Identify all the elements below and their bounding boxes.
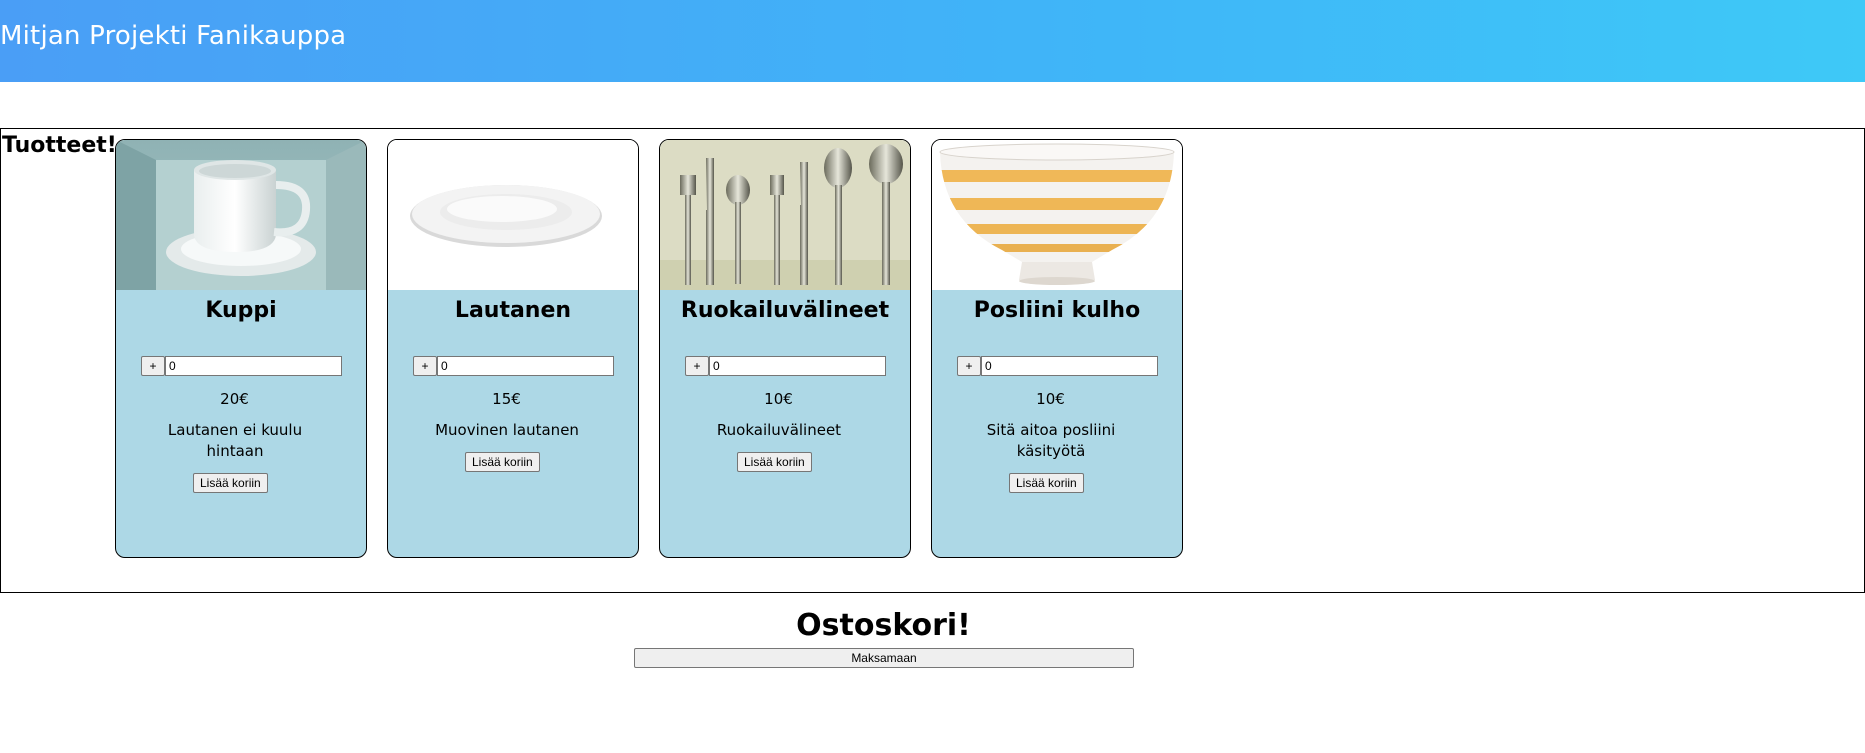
- product-price: 10€: [764, 390, 793, 408]
- increment-button[interactable]: +: [685, 356, 709, 376]
- product-name: Posliini kulho: [973, 298, 1141, 323]
- add-to-cart-button[interactable]: Lisää koriin: [193, 473, 268, 493]
- quantity-input[interactable]: [709, 356, 886, 376]
- increment-button[interactable]: +: [957, 356, 981, 376]
- product-price: 20€: [220, 390, 249, 408]
- product-image-plate: [388, 140, 638, 290]
- quantity-input[interactable]: [437, 356, 614, 376]
- product-description: Sitä aitoa posliini käsityötä: [986, 421, 1116, 460]
- product-description: Muovinen lautanen: [435, 421, 579, 439]
- product-description: Ruokailuvälineet: [716, 421, 842, 439]
- product-price: 15€: [492, 390, 521, 408]
- product-name: Lautanen: [454, 298, 572, 323]
- product-price: 10€: [1036, 390, 1065, 408]
- products-heading: Tuotteet!: [2, 133, 117, 158]
- checkout-button[interactable]: Maksamaan: [634, 648, 1134, 668]
- product-card-posliini-kulho: Posliini kulho + 10€ Sitä aitoa posliini…: [931, 139, 1183, 558]
- site-title: Mitjan Projekti Fanikauppa: [0, 21, 347, 51]
- product-card-lautanen: Lautanen + 15€ Muovinen lautanen Lisää k…: [387, 139, 639, 558]
- product-image-cup: [116, 140, 366, 290]
- product-card-kuppi: Kuppi + 20€ Lautanen ei kuulu hintaan Li…: [115, 139, 367, 558]
- increment-button[interactable]: +: [413, 356, 437, 376]
- product-description: Lautanen ei kuulu hintaan: [167, 421, 303, 460]
- increment-button[interactable]: +: [141, 356, 165, 376]
- quantity-input[interactable]: [165, 356, 342, 376]
- site-header: Mitjan Projekti Fanikauppa: [0, 0, 1865, 82]
- quantity-stepper: +: [141, 356, 342, 376]
- product-image-cutlery: [660, 140, 910, 290]
- product-name: Kuppi: [205, 298, 277, 323]
- add-to-cart-button[interactable]: Lisää koriin: [1009, 473, 1084, 493]
- products-section: Tuotteet! Kuppi + 0 20€ Lautanen ei kuul…: [0, 128, 1865, 593]
- cart-heading: Ostoskori!: [796, 608, 971, 643]
- product-image-bowl: [932, 140, 1182, 290]
- quantity-stepper: +: [685, 356, 886, 376]
- quantity-input[interactable]: [981, 356, 1158, 376]
- add-to-cart-button[interactable]: Lisää koriin: [737, 452, 812, 472]
- add-to-cart-button[interactable]: Lisää koriin: [465, 452, 540, 472]
- product-card-ruokailuvalineet: Ruokailuvälineet + 10€ Ruokailuvälineet …: [659, 139, 911, 558]
- quantity-stepper: +: [413, 356, 614, 376]
- product-name: Ruokailuvälineet: [680, 298, 890, 323]
- quantity-stepper: +: [957, 356, 1158, 376]
